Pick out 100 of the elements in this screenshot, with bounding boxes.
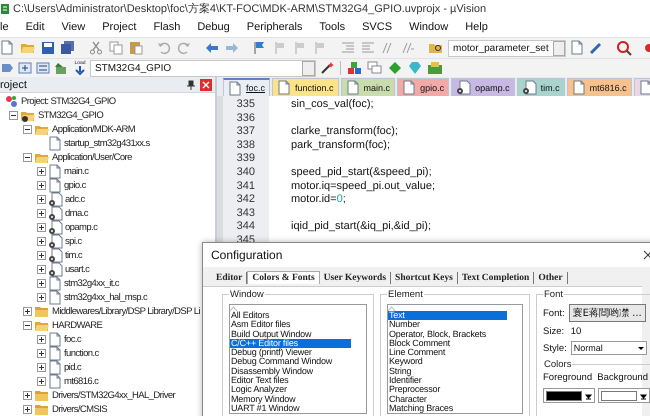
line-number: 343 (236, 206, 255, 220)
tree-item[interactable]: Application/User/Core (52, 152, 132, 162)
file-tab[interactable]: main.c (340, 78, 396, 96)
code-line: iqid_pid_start(&iq_pi,&id_pi); (291, 220, 432, 234)
menu-item[interactable]: Window (409, 21, 448, 33)
field-label: Background (597, 372, 648, 383)
field-label: Style: (543, 342, 567, 354)
menu-item[interactable]: Peripherals (246, 21, 302, 33)
file-tab[interactable]: mt6816.c (566, 78, 632, 96)
file-tab[interactable]: tim.c (516, 78, 565, 96)
field-label: Foreground (543, 372, 592, 383)
list-item[interactable]: Text (388, 311, 507, 320)
list-item[interactable]: Block Comment (388, 338, 507, 348)
file-tab[interactable]: gpio.c (397, 78, 450, 96)
list-item[interactable]: Debug (printf) Viewer (230, 348, 351, 358)
list-item[interactable]: C/C++ Editor files (230, 338, 351, 348)
line-number: 341 (236, 180, 255, 194)
field-label: Font: (543, 308, 565, 318)
line-number: 338 (236, 138, 255, 152)
tree-item[interactable]: spi.c (65, 236, 82, 246)
menu-item[interactable]: le (0, 21, 9, 33)
list-item[interactable]: Editor Text files (230, 376, 351, 386)
list-item[interactable]: Asm Editor files (230, 320, 351, 330)
dialog-tab[interactable]: Shortcut Keys (391, 272, 458, 284)
menu-item[interactable]: Project (102, 21, 136, 33)
code-line: clarke_transform(foc); (291, 125, 399, 139)
code-line: speed_pid_start(&speed_pi); (291, 166, 433, 180)
file-tab[interactable]: foc.c (223, 78, 270, 96)
group-title: Window (229, 289, 265, 300)
tree-item[interactable]: function.c (64, 348, 99, 358)
line-number: 339 (236, 152, 255, 166)
code-line: sin_cos_val(foc); (291, 98, 375, 112)
tree-item[interactable]: Project: STM32G4_GPIO (21, 96, 116, 106)
code-line: motor.id=0; (291, 193, 347, 207)
tree-item[interactable]: dma.c (65, 208, 88, 218)
tree-item[interactable]: tim.c (65, 250, 82, 260)
list-item[interactable]: Number (388, 320, 507, 330)
list-item[interactable]: Matching Braces (388, 404, 507, 414)
code-line: park_transform(foc); (291, 138, 392, 152)
list-item[interactable]: UART #1 Window (230, 404, 351, 414)
menu-item[interactable]: Edit (26, 21, 45, 33)
tree-item[interactable]: Middlewares/Library/DSP Library/DSP Li (52, 306, 200, 316)
menu-item[interactable]: Tools (319, 21, 346, 33)
file-tab[interactable]: function.c (272, 78, 339, 96)
menu-item[interactable]: SVCS (362, 21, 392, 33)
tree-item[interactable]: usart.c (65, 264, 90, 274)
group-title: Font (543, 289, 564, 300)
tree-item[interactable]: STM32G4_GPIO (38, 110, 104, 120)
tree-item[interactable]: mt6816.c (64, 376, 98, 386)
line-number: 342 (236, 193, 255, 207)
code-line: motor.iq=speed_pi.out_value; (291, 180, 436, 194)
panel-title: roject (0, 78, 27, 90)
list-item[interactable]: Disassembly Window (230, 366, 351, 376)
file-tab[interactable]: opamp.c (451, 78, 515, 96)
tree-item[interactable]: Drivers/CMSIS (52, 404, 108, 414)
window-title: C:\Users\Administrator\Desktop\foc\方案4\KT-FOC\MDK-ARM\STM32G4_GPIO.uvprojx - µVision (13, 2, 486, 16)
tree-item[interactable]: opamp.c (65, 222, 98, 232)
list-item[interactable]: Operator, Block, Brackets (388, 330, 507, 339)
style-dropdown[interactable]: Normal (570, 341, 647, 355)
list-item[interactable]: Memory Window (230, 394, 351, 404)
tree-item[interactable]: adc.c (65, 194, 85, 204)
list-item[interactable]: Keyword (388, 357, 507, 367)
list-item[interactable]: Line Comment (388, 348, 507, 358)
tree-item[interactable]: stm32g4xx_it.c (64, 278, 119, 288)
dialog-tab[interactable]: Text Completion (458, 272, 534, 284)
list-item[interactable]: Build Output Window (230, 330, 351, 339)
tree-item[interactable]: foc.c (64, 334, 82, 344)
group-title: Colors (543, 359, 572, 370)
list-item[interactable]: Character (388, 394, 507, 404)
menu-item[interactable]: Debug (197, 21, 230, 33)
dialog-tab[interactable]: Other (534, 272, 568, 284)
tree-item[interactable]: Drivers/STM32G4xx_HAL_Driver (52, 390, 176, 400)
group-title: Element (387, 289, 424, 300)
dialog-tab[interactable]: User Keywords (320, 272, 392, 284)
line-number: 335 (236, 98, 255, 112)
tree-item[interactable]: main.c (64, 166, 88, 176)
target-combo[interactable]: STM32G4_GPIO (90, 60, 316, 76)
tree-item[interactable]: HARDWARE (52, 320, 102, 330)
tree-item[interactable]: gpio.c (64, 180, 86, 190)
list-item[interactable]: String (388, 366, 507, 376)
menu-item[interactable]: Help (465, 21, 488, 33)
field-label: Size: (543, 326, 564, 337)
list-item[interactable]: Identifier (388, 376, 507, 386)
list-item[interactable]: Logic Analyzer (230, 385, 351, 395)
line-number: 336 (236, 112, 255, 126)
size-value: 10 (570, 326, 582, 337)
line-number: 340 (236, 166, 255, 180)
list-item[interactable]: All Editors (230, 311, 351, 320)
tree-item[interactable]: pid.c (64, 362, 82, 372)
tree-item[interactable]: stm32g4xx_hal_msp.c (64, 292, 148, 302)
list-item[interactable]: Preprocessor (388, 385, 507, 395)
dialog-tab[interactable]: Colors & Fonts (247, 271, 320, 284)
menu-item[interactable]: Flash (153, 21, 180, 33)
dialog-title: Configuration (211, 248, 282, 262)
find-combo[interactable]: motor_parameter_set (448, 40, 566, 56)
list-item[interactable]: Debug Command Window (230, 357, 351, 367)
font-button[interactable]: 寰E蒋閸哟凚 ... (568, 304, 646, 322)
menu-item[interactable]: View (62, 21, 86, 33)
tree-item[interactable]: Application/MDK-ARM (52, 124, 136, 134)
tree-item[interactable]: startup_stm32g431xx.s (64, 138, 150, 148)
